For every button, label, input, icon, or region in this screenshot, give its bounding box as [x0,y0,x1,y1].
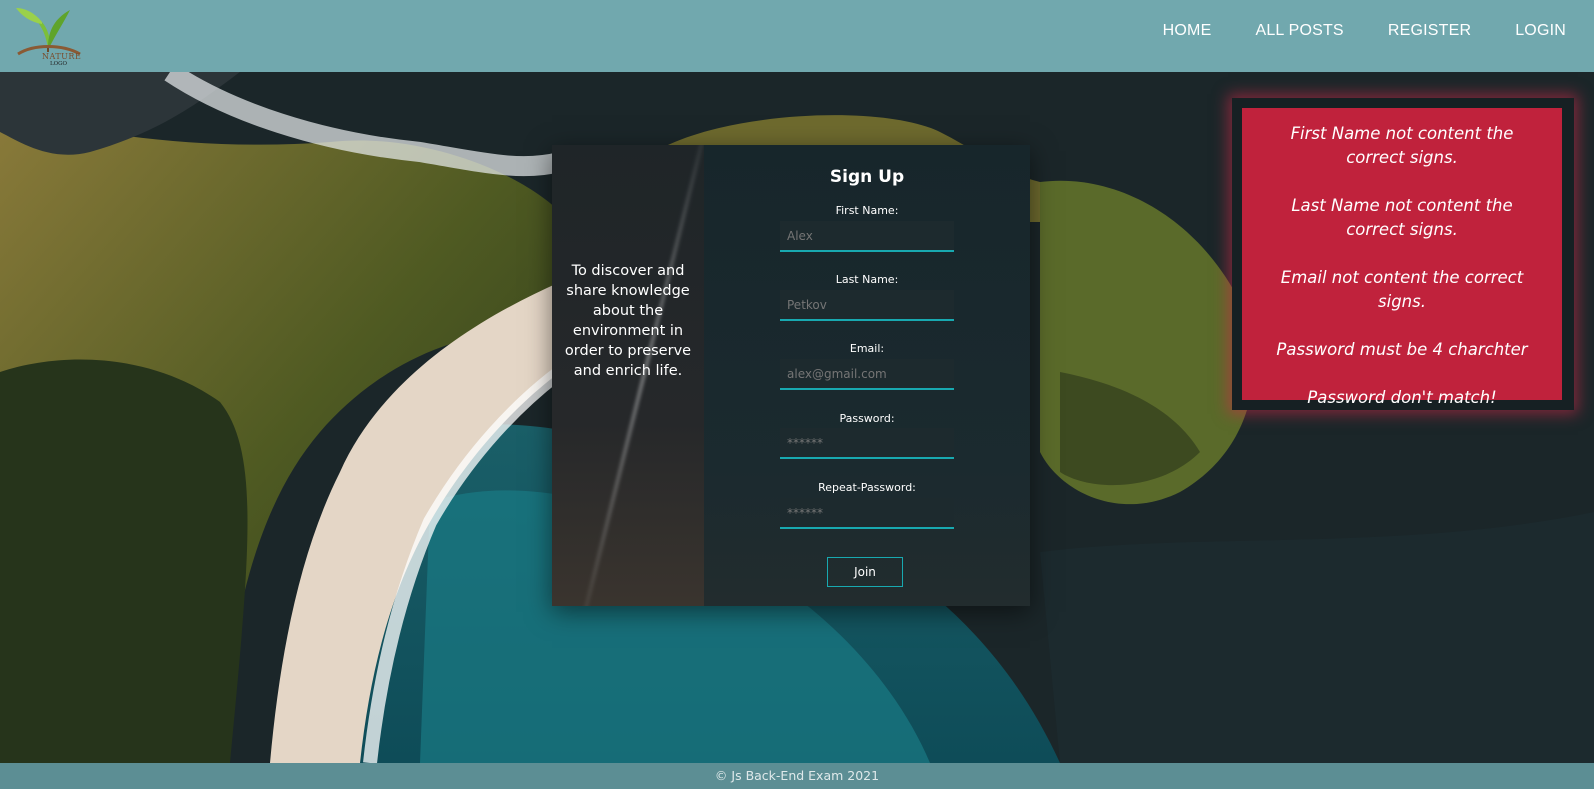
first-name-input[interactable] [780,221,954,252]
card-side-panel: To discover and share knowledge about th… [552,145,704,606]
last-name-input[interactable] [780,290,954,321]
footer: © Js Back-End Exam 2021 [0,763,1594,789]
password-label: Password: [839,412,895,425]
nav-all-posts[interactable]: ALL POSTS [1255,22,1343,40]
top-navbar: NATURE LOGO HOME ALL POSTS REGISTER LOGI… [0,0,1594,72]
nature-logo[interactable]: NATURE LOGO [12,2,84,68]
error-message: Password don't match! [1307,388,1497,407]
nav-login[interactable]: LOGIN [1515,22,1566,40]
email-input[interactable] [780,359,954,390]
last-name-label: Last Name: [835,273,899,286]
error-list: First Name not content the correct signs… [1242,108,1562,407]
footer-copyright: © Js Back-End Exam 2021 [714,768,880,783]
error-message: Last Name not content the correct signs. [1291,196,1513,239]
join-button[interactable]: Join [827,557,903,587]
signup-form: Sign Up First Name: Last Name: Email: Pa… [704,145,1030,606]
main-nav: HOME ALL POSTS REGISTER LOGIN [1163,22,1566,40]
repeat-password-input[interactable] [780,498,954,529]
password-input[interactable] [780,428,954,459]
signup-card: To discover and share knowledge about th… [552,145,1030,606]
first-name-label: First Name: [835,204,899,217]
error-message: First Name not content the correct signs… [1290,124,1514,167]
error-message: Email not content the correct signs. [1280,268,1524,311]
nav-home[interactable]: HOME [1163,22,1212,40]
form-title: Sign Up [829,167,905,187]
error-panel: First Name not content the correct signs… [1232,98,1574,410]
logo-subtext: LOGO [50,61,68,67]
tagline: To discover and share knowledge about th… [564,263,692,379]
logo-text: NATURE [42,52,82,61]
error-message: Password must be 4 charchter [1276,340,1528,359]
nav-register[interactable]: REGISTER [1388,22,1471,40]
repeat-password-label: Repeat-Password: [818,481,916,494]
email-label: Email: [849,342,885,355]
